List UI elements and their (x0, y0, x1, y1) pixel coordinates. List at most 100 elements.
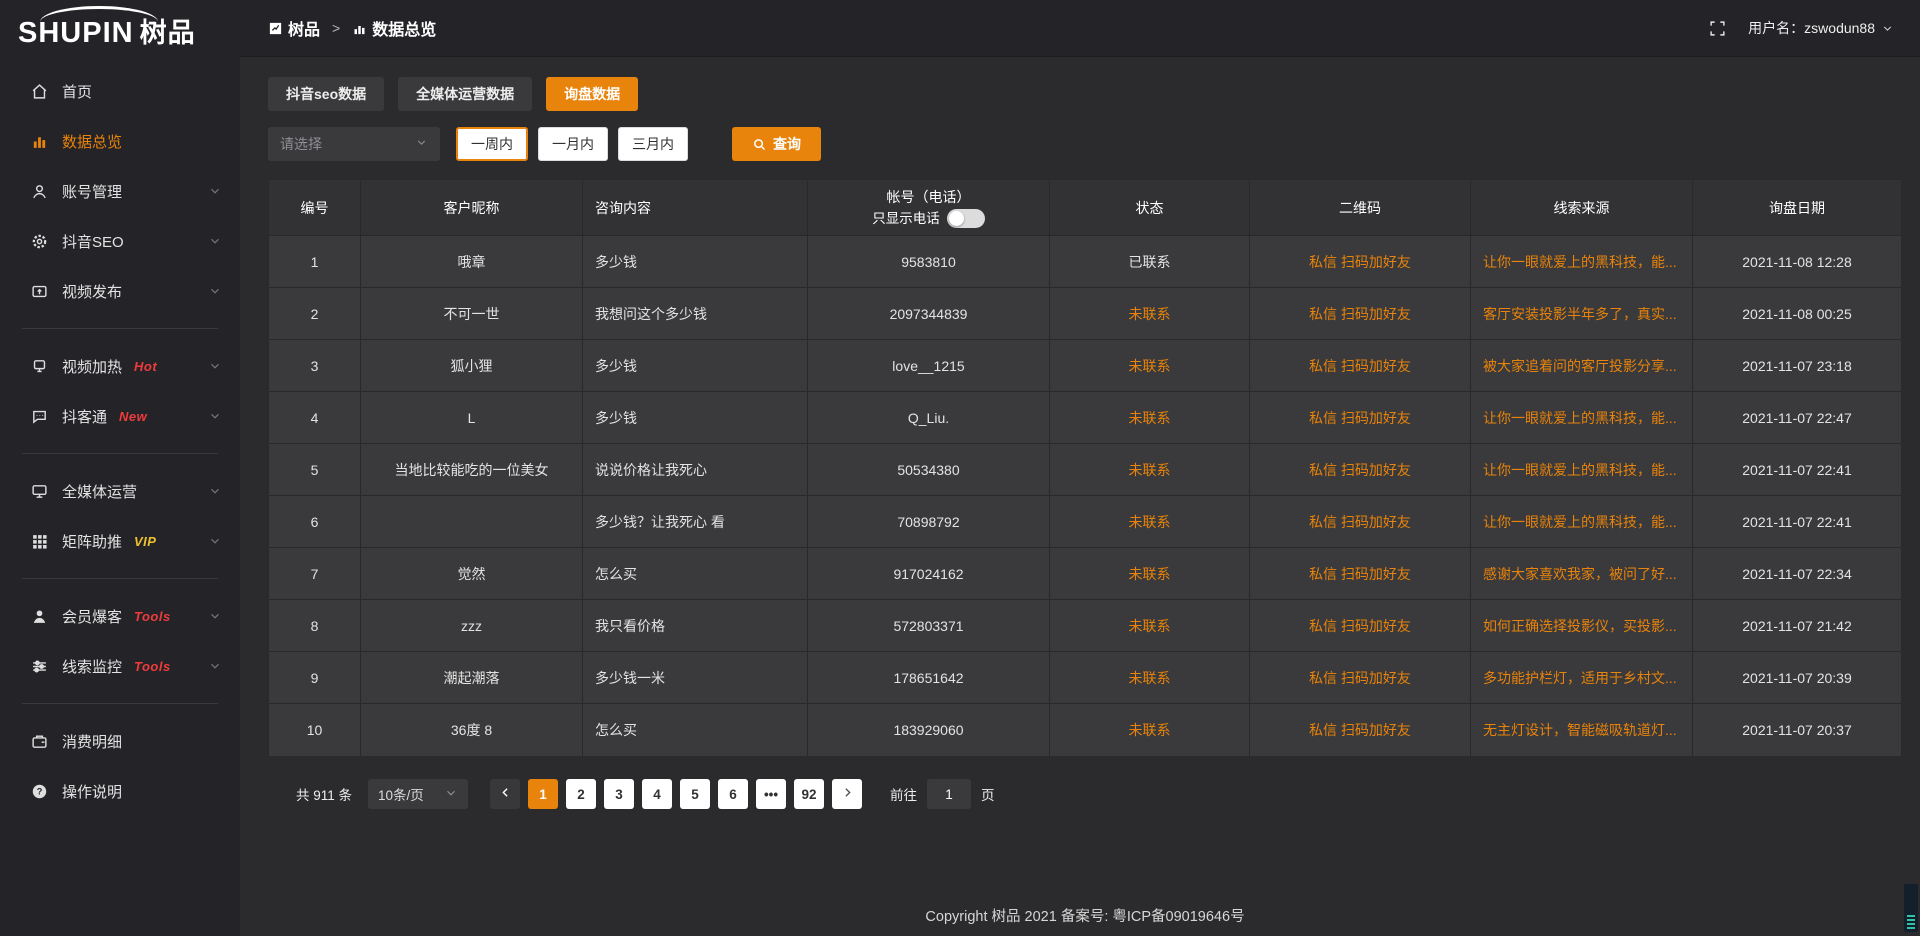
cell-account: 70898792 (808, 496, 1050, 548)
filter-select[interactable]: 请选择 (268, 127, 440, 161)
tab-douyin-seo-data[interactable]: 抖音seo数据 (268, 77, 384, 111)
cell-qr-link[interactable]: 私信 扫码加好友 (1250, 652, 1471, 704)
sidebar-item-matrix-boost[interactable]: 矩阵助推VIP (0, 516, 240, 566)
cell-qr-link[interactable]: 私信 扫码加好友 (1250, 236, 1471, 288)
column-header-4: 状态 (1050, 180, 1250, 236)
wallet-icon (30, 732, 48, 750)
sidebar-item-label: 账号管理 (62, 181, 122, 202)
cell-qr-link[interactable]: 私信 扫码加好友 (1250, 548, 1471, 600)
sidebar-item-video-publish[interactable]: 视频发布 (0, 266, 240, 316)
breadcrumb-root[interactable]: 树品 (288, 16, 320, 40)
chevron-down-icon (208, 534, 222, 551)
cell-source-link[interactable]: 无主灯设计，智能磁吸轨道灯... (1471, 704, 1693, 756)
cell-source-link[interactable]: 让你一眼就爱上的黑科技，能... (1471, 496, 1693, 548)
breadcrumb-separator: > (332, 20, 340, 36)
table-row: 9潮起潮落多少钱一米178651642未联系私信 扫码加好友多功能护栏灯，适用于… (269, 652, 1901, 704)
sidebar-item-consumption-detail[interactable]: 消费明细 (0, 716, 240, 766)
cell-content: 多少钱？让我死心 看 (583, 496, 808, 548)
page-ellipsis-button[interactable]: ••• (756, 779, 786, 809)
page-button-92[interactable]: 92 (794, 779, 824, 809)
cell-source-link[interactable]: 被大家追着问的客厅投影分享... (1471, 340, 1693, 392)
cell-source-link[interactable]: 让你一眼就爱上的黑科技，能... (1471, 236, 1693, 288)
cell-status: 未联系 (1050, 496, 1250, 548)
sidebar-item-data-overview[interactable]: 数据总览 (0, 116, 240, 166)
cell-account: Q_Liu. (808, 392, 1050, 444)
scroll-indicator-widget[interactable] (1904, 884, 1918, 932)
cell-content: 怎么买 (583, 548, 808, 600)
cell-account: 50534380 (808, 444, 1050, 496)
cell-content: 多少钱 (583, 236, 808, 288)
sidebar-item-member-baoke[interactable]: 会员爆客Tools (0, 591, 240, 641)
cell-qr-link[interactable]: 私信 扫码加好友 (1250, 340, 1471, 392)
main-content: 抖音seo数据全媒体运营数据询盘数据 请选择 一周内一月内三月内 查询 编号客户… (240, 57, 1920, 926)
cell-qr-link[interactable]: 私信 扫码加好友 (1250, 288, 1471, 340)
table-row: 3狐小狸多少钱love__1215未联系私信 扫码加好友被大家追着问的客厅投影分… (269, 340, 1901, 392)
cell-nickname: L (361, 392, 583, 444)
cell-qr-link[interactable]: 私信 扫码加好友 (1250, 704, 1471, 756)
cell-source-link[interactable]: 多功能护栏灯，适用于乡村文... (1471, 652, 1693, 704)
sidebar-item-home[interactable]: 首页 (0, 66, 240, 116)
cell-source-link[interactable]: 感谢大家喜欢我家，被问了好... (1471, 548, 1693, 600)
cell-content: 多少钱一米 (583, 652, 808, 704)
cell-qr-link[interactable]: 私信 扫码加好友 (1250, 600, 1471, 652)
sidebar-item-account-management[interactable]: 账号管理 (0, 166, 240, 216)
cell-date: 2021-11-08 00:25 (1693, 288, 1901, 340)
range-button-1[interactable]: 一月内 (538, 127, 608, 161)
query-button[interactable]: 查询 (732, 127, 821, 161)
fullscreen-icon[interactable] (1709, 20, 1726, 37)
chevron-right-icon (841, 786, 854, 802)
user-menu[interactable]: 用户名： zswodun88 (1748, 18, 1894, 38)
next-page-button[interactable] (832, 779, 862, 809)
sidebar-item-douyin-seo[interactable]: 抖音SEO (0, 216, 240, 266)
breadcrumb: 树品 > 数据总览 (268, 16, 436, 40)
sidebar-divider (22, 328, 218, 329)
cell-nickname (361, 496, 583, 548)
toggle-label: 只显示电话 (872, 208, 940, 230)
cell-nickname: zzz (361, 600, 583, 652)
inquiry-table: 编号客户昵称咨询内容帐号（电话）只显示电话状态二维码线索来源询盘日期1哦章多少钱… (268, 179, 1902, 757)
table-row: 5当地比较能吃的一位美女说说价格让我死心50534380未联系私信 扫码加好友让… (269, 444, 1901, 496)
cell-status: 未联系 (1050, 652, 1250, 704)
page-button-5[interactable]: 5 (680, 779, 710, 809)
tab-media-operation-data[interactable]: 全媒体运营数据 (398, 77, 532, 111)
sliders-icon (30, 657, 48, 675)
sidebar-item-clue-monitor[interactable]: 线索监控Tools (0, 641, 240, 691)
sidebar-item-doukotong[interactable]: 抖客通New (0, 391, 240, 441)
page-button-1[interactable]: 1 (528, 779, 558, 809)
sidebar-item-operation-guide[interactable]: ?操作说明 (0, 766, 240, 816)
cell-qr-link[interactable]: 私信 扫码加好友 (1250, 444, 1471, 496)
sidebar-item-video-heat[interactable]: 视频加热Hot (0, 341, 240, 391)
search-icon (752, 137, 767, 152)
cell-date: 2021-11-07 22:41 (1693, 496, 1901, 548)
chevron-down-icon (208, 409, 222, 426)
cell-source-link[interactable]: 让你一眼就爱上的黑科技，能... (1471, 392, 1693, 444)
svg-text:?: ? (36, 786, 42, 796)
cell-source-link[interactable]: 客厅安装投影半年多了，真实... (1471, 288, 1693, 340)
chevron-down-icon (208, 484, 222, 501)
page-button-6[interactable]: 6 (718, 779, 748, 809)
tab-inquiry-data[interactable]: 询盘数据 (546, 77, 638, 111)
range-button-2[interactable]: 三月内 (618, 127, 688, 161)
page-button-2[interactable]: 2 (566, 779, 596, 809)
breadcrumb-chart-icon (352, 21, 367, 36)
sidebar-item-media-operation[interactable]: 全媒体运营 (0, 466, 240, 516)
cell-qr-link[interactable]: 私信 扫码加好友 (1250, 496, 1471, 548)
page-button-4[interactable]: 4 (642, 779, 672, 809)
breadcrumb-current[interactable]: 数据总览 (372, 16, 436, 40)
pagination-total: 共 911 条 (296, 784, 352, 804)
page-size-select[interactable]: 10条/页 (368, 779, 468, 809)
filter-select-placeholder: 请选择 (280, 134, 322, 154)
prev-page-button[interactable] (490, 779, 520, 809)
goto-page-input[interactable] (927, 779, 971, 809)
chevron-down-icon (444, 786, 458, 803)
cell-source-link[interactable]: 如何正确选择投影仪，买投影... (1471, 600, 1693, 652)
cell-no: 3 (269, 340, 361, 392)
table-row: 7觉然怎么买917024162未联系私信 扫码加好友感谢大家喜欢我家，被问了好.… (269, 548, 1901, 600)
cell-source-link[interactable]: 让你一眼就爱上的黑科技，能... (1471, 444, 1693, 496)
page-button-3[interactable]: 3 (604, 779, 634, 809)
cell-content: 说说价格让我死心 (583, 444, 808, 496)
cell-status: 未联系 (1050, 444, 1250, 496)
phone-only-toggle[interactable] (947, 209, 985, 228)
cell-qr-link[interactable]: 私信 扫码加好友 (1250, 392, 1471, 444)
range-button-0[interactable]: 一周内 (456, 127, 528, 161)
